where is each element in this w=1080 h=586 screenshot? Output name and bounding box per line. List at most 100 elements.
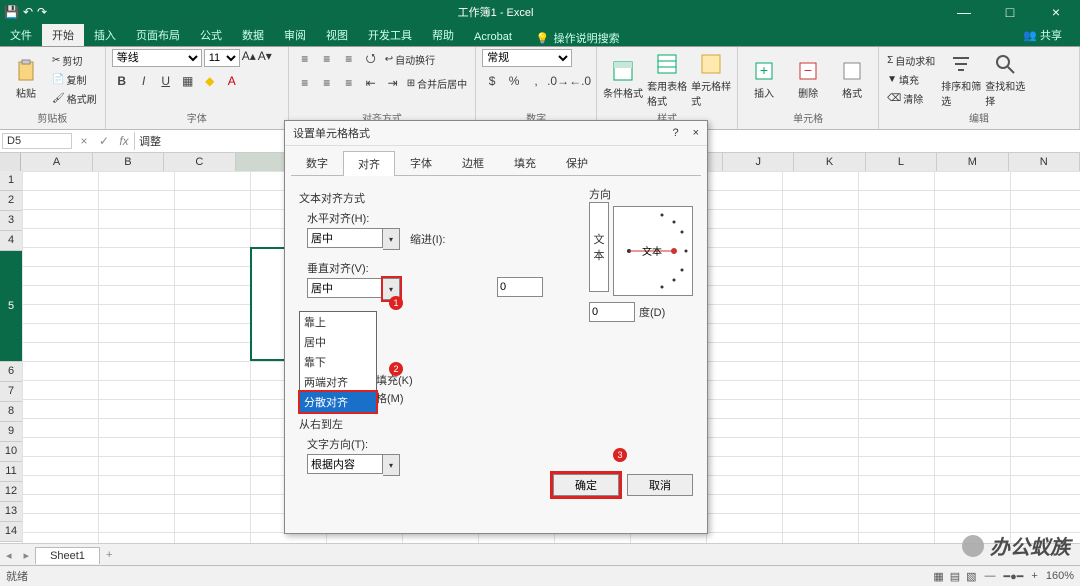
copy-button[interactable]: 📄复制: [50, 71, 99, 88]
indent-spinner[interactable]: [497, 277, 543, 297]
row-8[interactable]: 8: [0, 402, 22, 422]
autosum-button[interactable]: Σ自动求和: [885, 52, 937, 69]
col-C[interactable]: C: [164, 153, 235, 171]
row-2[interactable]: 2: [0, 191, 22, 211]
view-normal-icon[interactable]: ▦: [933, 570, 943, 583]
row-11[interactable]: 11: [0, 462, 22, 482]
dlg-tab-alignment[interactable]: 对齐: [343, 151, 395, 176]
tell-me[interactable]: 💡 操作说明搜索: [536, 30, 620, 46]
vertical-align-combo[interactable]: ▾: [307, 278, 400, 300]
cancel-edit-icon[interactable]: ×: [74, 134, 94, 148]
sheet-nav-prev-icon[interactable]: ◂: [0, 549, 18, 562]
paste-button[interactable]: 粘贴: [6, 50, 46, 110]
align-right-icon[interactable]: ≡: [339, 73, 359, 93]
font-size-select[interactable]: 11: [204, 49, 240, 67]
indent-increase-icon[interactable]: ⇥: [383, 73, 403, 93]
ok-button[interactable]: 确定: [553, 474, 619, 496]
border-icon[interactable]: ▦: [178, 71, 198, 91]
bold-icon[interactable]: B: [112, 71, 132, 91]
degree-spinner[interactable]: [589, 302, 635, 322]
close-button[interactable]: ×: [1036, 4, 1076, 20]
vertical-align-value[interactable]: [307, 278, 383, 298]
format-painter-button[interactable]: 🖌格式刷: [50, 90, 99, 107]
dlg-tab-protection[interactable]: 保护: [551, 150, 603, 175]
dialog-close-icon[interactable]: ×: [693, 127, 699, 139]
fx-icon[interactable]: fx: [114, 134, 134, 148]
dd-item-top[interactable]: 靠上: [300, 312, 376, 332]
clear-button[interactable]: ⌫清除: [885, 90, 937, 107]
zoom-level[interactable]: 160%: [1046, 570, 1074, 582]
decrease-decimal-icon[interactable]: ←.0: [570, 71, 590, 91]
tab-data[interactable]: 数据: [232, 24, 274, 46]
underline-icon[interactable]: U: [156, 71, 176, 91]
font-name-select[interactable]: 等线: [112, 49, 202, 67]
redo-icon[interactable]: ↷: [37, 5, 47, 19]
tab-layout[interactable]: 页面布局: [126, 24, 190, 46]
horizontal-align-combo[interactable]: ▾: [307, 228, 400, 250]
tab-formulas[interactable]: 公式: [190, 24, 232, 46]
row-13[interactable]: 13: [0, 502, 22, 522]
align-bottom-icon[interactable]: ≡: [339, 49, 359, 69]
conditional-format-button[interactable]: 条件格式: [603, 50, 643, 110]
align-center-icon[interactable]: ≡: [317, 73, 337, 93]
tab-acrobat[interactable]: Acrobat: [464, 28, 522, 46]
dd-item-bottom[interactable]: 靠下: [300, 352, 376, 372]
row-7[interactable]: 7: [0, 382, 22, 402]
col-K[interactable]: K: [794, 153, 865, 171]
col-L[interactable]: L: [866, 153, 937, 171]
col-A[interactable]: A: [21, 153, 92, 171]
orientation-dial[interactable]: 文本: [613, 206, 693, 296]
cell-styles-button[interactable]: 单元格样式: [691, 50, 731, 110]
chevron-down-icon[interactable]: ▾: [383, 228, 400, 250]
minimize-button[interactable]: —: [944, 4, 984, 20]
view-pagebreak-icon[interactable]: ▧: [966, 570, 976, 583]
text-direction-value[interactable]: [307, 454, 383, 474]
vertical-text-button[interactable]: 文 本: [589, 202, 609, 292]
name-box[interactable]: D5: [2, 133, 72, 149]
maximize-button[interactable]: □: [990, 4, 1030, 20]
comma-icon[interactable]: ,: [526, 71, 546, 91]
tab-review[interactable]: 审阅: [274, 24, 316, 46]
currency-icon[interactable]: $: [482, 71, 502, 91]
decrease-font-icon[interactable]: A▾: [258, 49, 272, 67]
percent-icon[interactable]: %: [504, 71, 524, 91]
fill-color-icon[interactable]: ◆: [200, 71, 220, 91]
col-M[interactable]: M: [937, 153, 1008, 171]
row-1[interactable]: 1: [0, 171, 22, 191]
row-14[interactable]: 14: [0, 522, 22, 542]
row-10[interactable]: 10: [0, 442, 22, 462]
cut-button[interactable]: ✂剪切: [50, 52, 99, 69]
insert-cells-button[interactable]: +插入: [744, 50, 784, 110]
align-top-icon[interactable]: ≡: [295, 49, 315, 69]
align-left-icon[interactable]: ≡: [295, 73, 315, 93]
vertical-align-dropdown[interactable]: 靠上 居中 靠下 两端对齐 分散对齐: [299, 311, 377, 413]
col-J[interactable]: J: [723, 153, 794, 171]
indent-decrease-icon[interactable]: ⇤: [361, 73, 381, 93]
zoom-slider[interactable]: ━●━: [1004, 570, 1024, 583]
col-B[interactable]: B: [93, 153, 164, 171]
delete-cells-button[interactable]: −删除: [788, 50, 828, 110]
row-4[interactable]: 4: [0, 231, 22, 251]
sort-filter-button[interactable]: 排序和筛选: [941, 50, 981, 110]
row-5[interactable]: 5: [0, 251, 22, 362]
row-9[interactable]: 9: [0, 422, 22, 442]
add-sheet-button[interactable]: +: [100, 549, 118, 561]
tab-home[interactable]: 开始: [42, 24, 84, 46]
text-direction-combo[interactable]: ▾: [307, 454, 693, 476]
format-cells-button[interactable]: 格式: [832, 50, 872, 110]
font-color-icon[interactable]: A: [222, 71, 242, 91]
dd-item-center[interactable]: 居中: [300, 332, 376, 352]
row-12[interactable]: 12: [0, 482, 22, 502]
number-format-select[interactable]: 常规: [482, 49, 572, 67]
chevron-down-icon[interactable]: ▾: [383, 454, 400, 476]
italic-icon[interactable]: I: [134, 71, 154, 91]
cancel-button[interactable]: 取消: [627, 474, 693, 496]
dlg-tab-fill[interactable]: 填充: [499, 150, 551, 175]
align-middle-icon[interactable]: ≡: [317, 49, 337, 69]
tab-devtools[interactable]: 开发工具: [358, 24, 422, 46]
dd-item-justify[interactable]: 两端对齐: [300, 372, 376, 392]
dialog-help-icon[interactable]: ?: [672, 127, 678, 139]
view-layout-icon[interactable]: ▤: [950, 570, 960, 583]
sheet-nav-next-icon[interactable]: ▸: [18, 549, 36, 562]
dlg-tab-font[interactable]: 字体: [395, 150, 447, 175]
